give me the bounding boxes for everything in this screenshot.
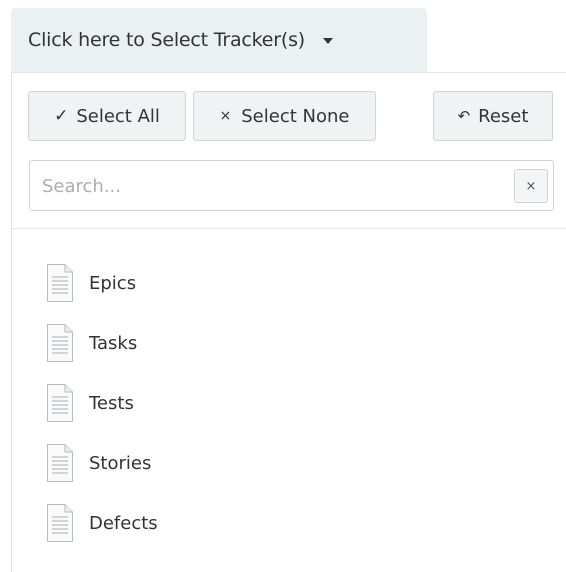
checkmark-icon: ✓ <box>54 106 69 126</box>
select-none-label: Select None <box>241 105 350 127</box>
reset-label: Reset <box>478 105 529 127</box>
divider <box>12 228 566 229</box>
tracker-select-trigger[interactable]: Click here to Select Tracker(s) <box>11 8 427 72</box>
tracker-item-label: Defects <box>89 512 158 534</box>
clear-icon: × <box>525 178 537 194</box>
tracker-item-tasks[interactable]: Tasks <box>45 313 158 373</box>
close-icon: × <box>219 108 232 124</box>
tracker-select-label: Click here to Select Tracker(s) <box>28 29 306 51</box>
tracker-item-label: Tests <box>89 392 134 414</box>
document-icon <box>47 384 73 422</box>
tracker-item-label: Tasks <box>89 332 138 354</box>
document-icon <box>47 324 73 362</box>
tracker-item-tests[interactable]: Tests <box>45 373 158 433</box>
document-icon <box>47 444 73 482</box>
tracker-item-defects[interactable]: Defects <box>45 493 158 553</box>
tracker-item-epics[interactable]: Epics <box>45 253 158 313</box>
select-all-button[interactable]: ✓ Select All <box>28 91 186 141</box>
select-all-label: Select All <box>76 105 160 127</box>
clear-search-button[interactable]: × <box>514 169 548 203</box>
document-icon <box>47 504 73 542</box>
select-none-button[interactable]: × Select None <box>193 91 376 141</box>
reset-button[interactable]: ↶ Reset <box>433 91 553 141</box>
tracker-item-label: Stories <box>89 452 152 474</box>
document-icon <box>47 264 73 302</box>
tracker-list: Epics Tasks Tests Stories Defects <box>45 253 158 553</box>
tracker-dropdown-panel: ✓ Select All × Select None ↶ Reset × Ep <box>11 72 566 572</box>
caret-down-icon <box>323 38 334 44</box>
undo-icon: ↶ <box>457 107 471 125</box>
tracker-item-stories[interactable]: Stories <box>45 433 158 493</box>
tracker-item-label: Epics <box>89 272 137 294</box>
search-box: × <box>29 160 554 212</box>
search-input[interactable] <box>30 161 514 212</box>
